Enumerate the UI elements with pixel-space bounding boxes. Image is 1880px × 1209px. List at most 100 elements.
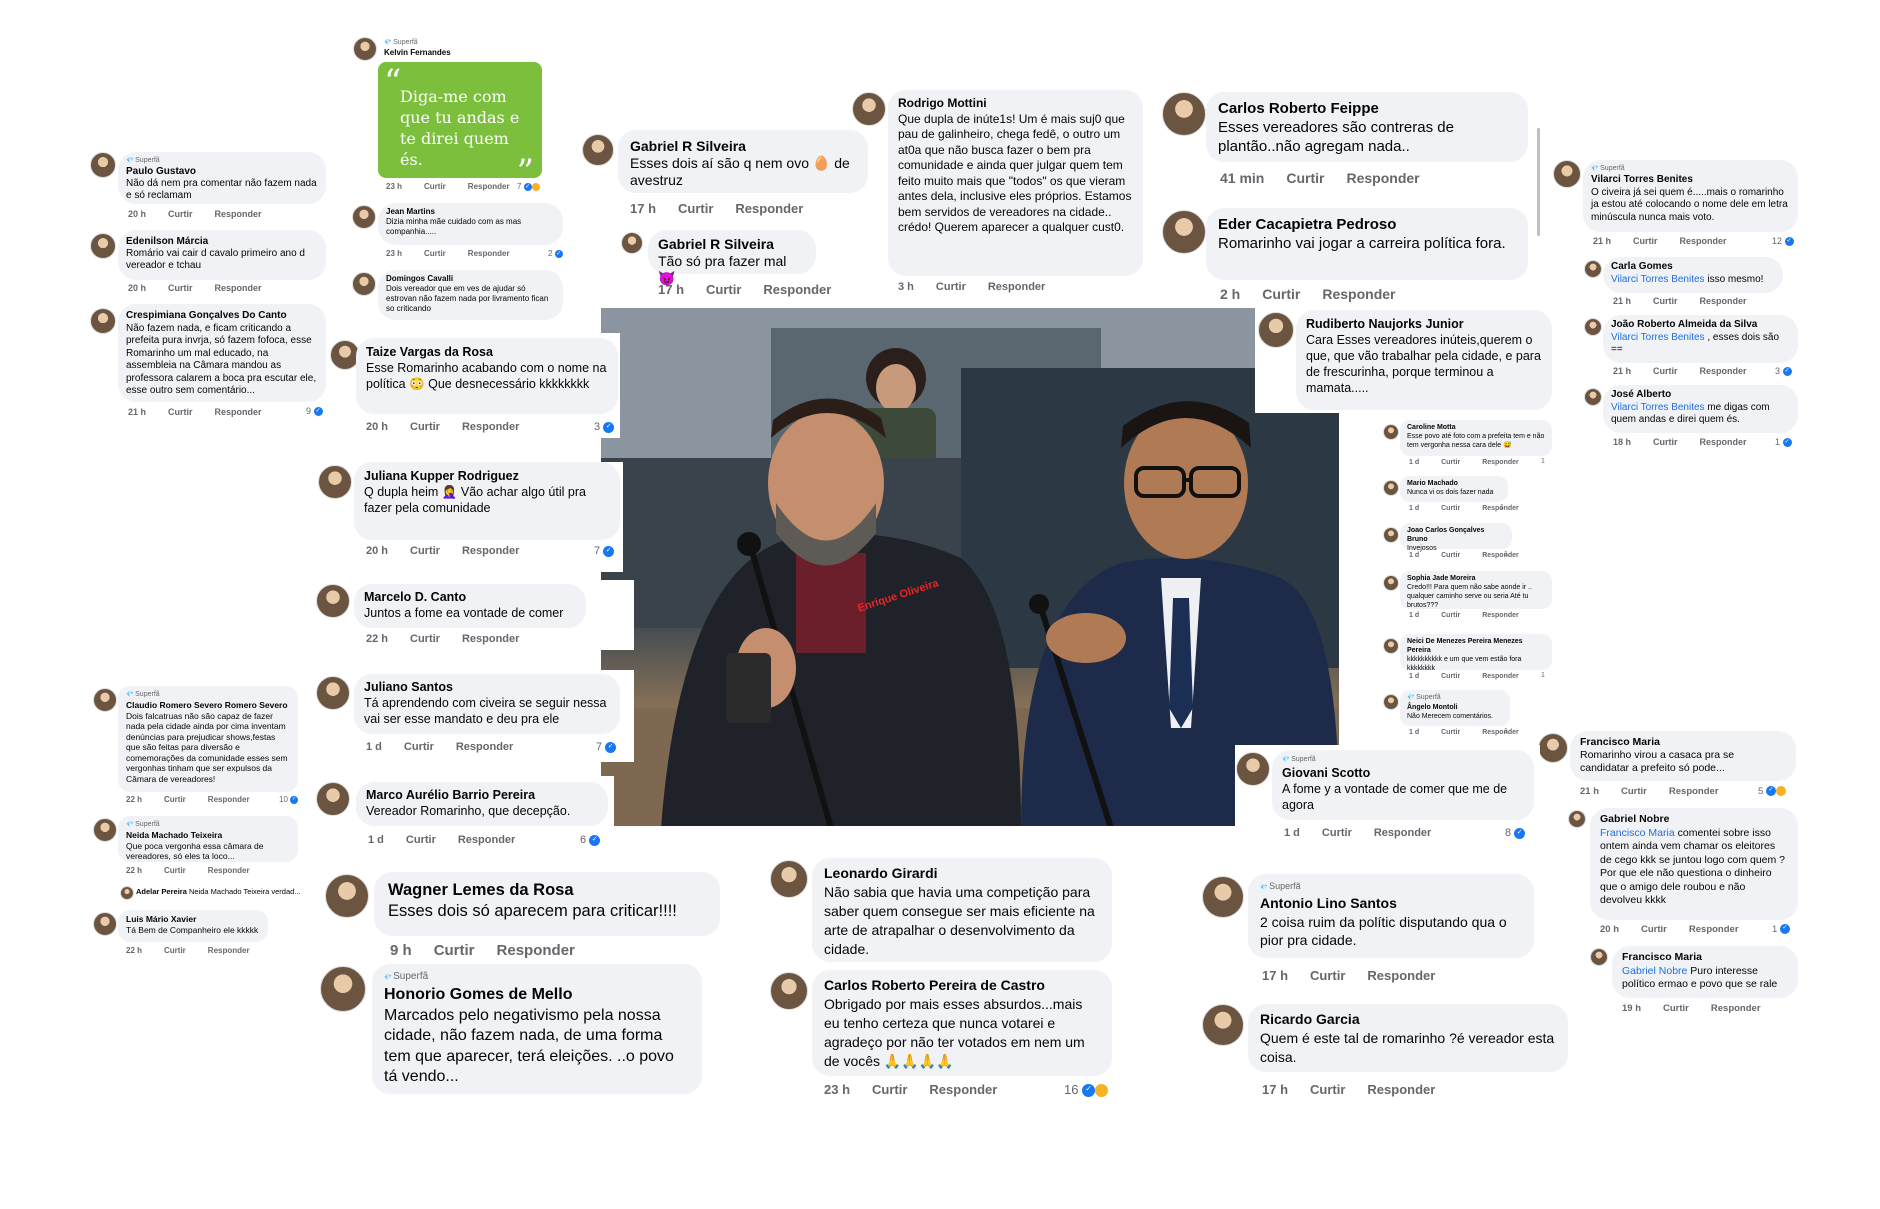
avatar[interactable] <box>1568 810 1586 828</box>
comment-author[interactable]: Francisco Maria <box>1622 951 1788 965</box>
comment-author[interactable]: Crespimiana Gonçalves Do Canto <box>126 310 318 323</box>
comment-author[interactable]: Antonio Lino Santos <box>1260 894 1522 913</box>
comment-author[interactable]: João Roberto Almeida da Silva <box>1611 319 1790 332</box>
comment-author[interactable]: José Alberto <box>1611 389 1790 402</box>
reply-button[interactable]: Responder <box>988 281 1045 293</box>
comment-author[interactable]: Eder Cacapietra Pedroso <box>1218 215 1516 234</box>
like-button[interactable]: Curtir <box>164 866 186 875</box>
reply-button[interactable]: Responder <box>1482 459 1519 466</box>
comment-author[interactable]: Honorio Gomes de Mello <box>384 985 690 1006</box>
reply-button[interactable]: Responder <box>929 1082 997 1097</box>
comment-author[interactable]: Ricardo Garcia <box>1260 1010 1556 1029</box>
reply-button[interactable]: Responder <box>1711 1003 1761 1014</box>
comment-author[interactable]: Wagner Lemes da Rosa <box>388 880 706 901</box>
comment-author[interactable]: Marcelo D. Canto <box>364 589 576 605</box>
avatar[interactable] <box>1553 160 1581 188</box>
avatar[interactable] <box>353 37 377 61</box>
comment-author[interactable]: Carla Gomes <box>1611 261 1775 274</box>
like-button[interactable]: Curtir <box>410 545 440 557</box>
like-button[interactable]: Curtir <box>410 633 440 645</box>
reply-button[interactable]: Responder <box>208 946 250 955</box>
like-button[interactable]: Curtir <box>678 201 713 216</box>
reply-button[interactable]: Responder <box>1482 552 1519 559</box>
avatar[interactable] <box>1584 318 1602 336</box>
reply-button[interactable]: Responder <box>1689 924 1739 935</box>
avatar[interactable] <box>1236 752 1270 786</box>
comment-author[interactable]: Rudiberto Naujorks Junior <box>1306 316 1542 332</box>
comment-author[interactable]: Marco Aurélio Barrio Pereira <box>366 787 598 803</box>
avatar[interactable] <box>352 272 376 296</box>
like-button[interactable]: Curtir <box>410 421 440 433</box>
like-button[interactable]: Curtir <box>404 741 434 753</box>
comment-author[interactable]: Jean Martins <box>386 207 555 217</box>
avatar[interactable] <box>93 912 117 936</box>
like-button[interactable]: Curtir <box>164 946 186 955</box>
avatar[interactable] <box>93 818 117 842</box>
comment-author[interactable]: Ângelo Montoli <box>1407 703 1503 712</box>
avatar[interactable] <box>1162 210 1206 254</box>
comment-author[interactable]: Carlos Roberto Feippe <box>1218 99 1516 118</box>
avatar[interactable] <box>316 676 350 710</box>
comment-author[interactable]: Juliana Kupper Rodriguez <box>364 468 610 484</box>
reply-button[interactable]: Responder <box>215 407 262 417</box>
like-button[interactable]: Curtir <box>1310 1082 1345 1097</box>
like-button[interactable]: Curtir <box>1441 552 1460 559</box>
comment-author[interactable]: Neida Machado Teixeira <box>126 830 290 841</box>
like-button[interactable]: Curtir <box>168 283 193 293</box>
reply-button[interactable]: Responder <box>215 283 262 293</box>
avatar[interactable] <box>90 233 116 259</box>
like-button[interactable]: Curtir <box>936 281 966 293</box>
like-button[interactable]: Curtir <box>1441 505 1460 512</box>
like-button[interactable]: Curtir <box>1441 612 1460 619</box>
scrollbar[interactable] <box>1537 128 1540 236</box>
reply-button[interactable]: Responder <box>456 741 513 753</box>
like-button[interactable]: Curtir <box>434 942 475 959</box>
comment-author[interactable]: Adelar Pereira <box>136 887 187 896</box>
reply-button[interactable]: Responder <box>497 942 575 959</box>
mention-link[interactable]: Neida Machado Teixeira <box>189 887 269 896</box>
reply-button[interactable]: Responder <box>468 182 510 191</box>
avatar[interactable] <box>352 205 376 229</box>
like-button[interactable]: Curtir <box>168 407 193 417</box>
avatar[interactable] <box>93 688 117 712</box>
comment-author[interactable]: Neici De Menezes Pereira Menezes Pereira <box>1407 637 1545 655</box>
comment-author[interactable]: Domingos Cavalli <box>386 274 555 284</box>
reply-button[interactable]: Responder <box>458 834 515 846</box>
reply-button[interactable]: Responder <box>1700 296 1747 306</box>
comment-author[interactable]: Leonardo Girardi <box>824 864 1100 883</box>
comment-author[interactable]: Francisco Maria <box>1580 736 1786 749</box>
like-button[interactable]: Curtir <box>1641 924 1667 935</box>
like-button[interactable]: Curtir <box>1653 366 1678 376</box>
like-button[interactable]: Curtir <box>1441 673 1460 680</box>
avatar[interactable] <box>1162 92 1206 136</box>
avatar[interactable] <box>1584 260 1602 278</box>
like-button[interactable]: Curtir <box>1621 786 1647 797</box>
like-button[interactable]: Curtir <box>1663 1003 1689 1014</box>
mention-link[interactable]: Vilarci Torres Benites <box>1611 332 1705 343</box>
reply-button[interactable]: Responder <box>1367 968 1435 983</box>
mention-link[interactable]: Vilarci Torres Benites <box>1611 402 1705 413</box>
reply-button[interactable]: Responder <box>1700 437 1747 447</box>
avatar[interactable] <box>1383 694 1399 710</box>
avatar[interactable] <box>852 92 886 126</box>
like-button[interactable]: Curtir <box>1653 437 1678 447</box>
reply-button[interactable]: Responder <box>462 633 519 645</box>
like-button[interactable]: Curtir <box>1286 170 1324 186</box>
comment-author[interactable]: Kelvin Fernandes <box>384 48 451 57</box>
comment-author[interactable]: Claudio Romero Severo Romero Severo <box>126 700 290 711</box>
avatar[interactable] <box>1202 876 1244 918</box>
comment-author[interactable]: Sophia Jade Moreira <box>1407 574 1545 583</box>
avatar[interactable] <box>120 886 134 900</box>
like-button[interactable]: Curtir <box>1262 286 1300 302</box>
reply-button[interactable]: Responder <box>462 421 519 433</box>
avatar[interactable] <box>1202 1004 1244 1046</box>
avatar[interactable] <box>1258 312 1294 348</box>
avatar[interactable] <box>320 966 366 1012</box>
avatar[interactable] <box>90 308 116 334</box>
comment-author[interactable]: Paulo Gustavo <box>126 166 318 178</box>
mention-link[interactable]: Gabriel Nobre <box>1622 965 1687 977</box>
comment-author[interactable]: Vilarci Torres Benites <box>1591 174 1790 187</box>
reply-button[interactable]: Responder <box>1322 286 1395 302</box>
reply-button[interactable]: Responder <box>1374 827 1431 839</box>
reply-button[interactable]: Responder <box>763 282 831 297</box>
